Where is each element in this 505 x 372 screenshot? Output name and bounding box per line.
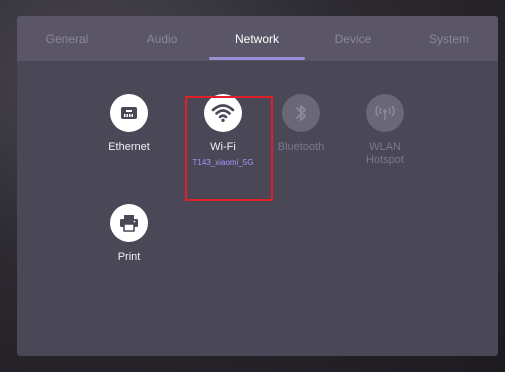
ethernet-label: Ethernet xyxy=(108,141,150,153)
ethernet-option[interactable]: Ethernet xyxy=(97,94,161,154)
wifi-label: Wi-Fi xyxy=(210,141,236,153)
wifi-network-name: T143_xiaomi_5G xyxy=(192,158,254,167)
ethernet-icon xyxy=(110,94,148,132)
tab-bar: General Audio Network Device System xyxy=(17,16,498,61)
tab-network[interactable]: Network xyxy=(215,30,299,48)
wlan-hotspot-option[interactable]: WLAN Hotspot xyxy=(353,94,417,167)
tab-general[interactable]: General xyxy=(25,30,109,48)
settings-panel: General Audio Network Device System Ethe… xyxy=(17,16,498,356)
wifi-icon xyxy=(204,94,242,132)
bluetooth-icon xyxy=(282,94,320,132)
background: General Audio Network Device System Ethe… xyxy=(0,0,505,372)
print-option[interactable]: Print xyxy=(97,204,161,264)
print-label: Print xyxy=(117,251,141,263)
printer-icon xyxy=(110,204,148,242)
hotspot-icon xyxy=(366,94,404,132)
wifi-option[interactable]: Wi-Fi T143_xiaomi_5G xyxy=(191,94,255,169)
active-tab-indicator xyxy=(209,57,305,60)
tab-system[interactable]: System xyxy=(409,30,489,48)
wlan-hotspot-label-line1: WLAN xyxy=(369,141,401,153)
bluetooth-option[interactable]: Bluetooth xyxy=(269,94,333,154)
tab-device[interactable]: Device xyxy=(313,30,393,48)
wlan-hotspot-label-line2: Hotspot xyxy=(366,154,404,166)
bluetooth-label: Bluetooth xyxy=(277,141,325,153)
tab-audio[interactable]: Audio xyxy=(122,30,202,48)
